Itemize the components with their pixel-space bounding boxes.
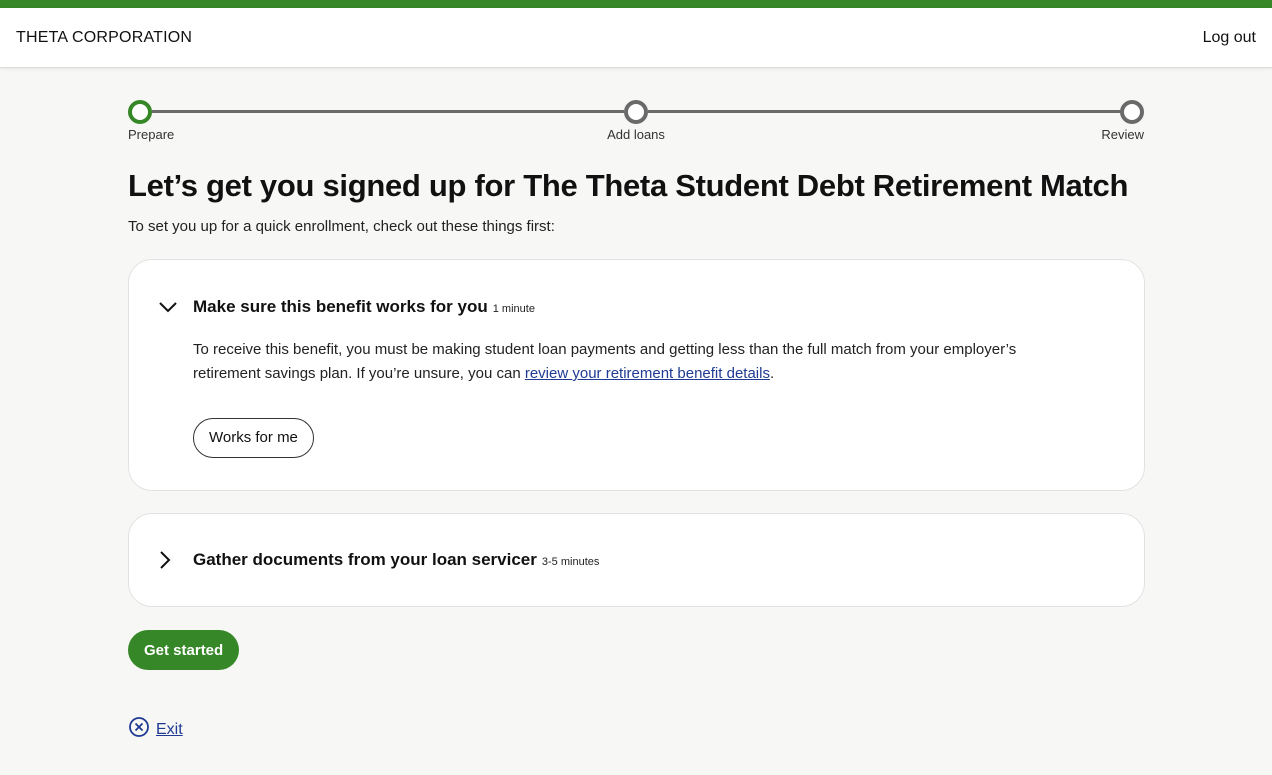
intro-text: To set you up for a quick enrollment, ch… [128, 218, 555, 235]
stepper-line-2 [648, 110, 1121, 113]
app-header: THETA CORPORATION Log out [0, 8, 1272, 68]
gather-documents-time: 3-5 minutes [541, 556, 600, 568]
get-started-button[interactable]: Get started [128, 630, 240, 670]
main-content: Prepare Add loans Review Let’s get you s… [128, 100, 1145, 670]
chevron-right-icon[interactable] [159, 548, 193, 572]
description-text-end: . [769, 365, 775, 382]
brand-color-bar [0, 0, 1272, 8]
step-dot-add-loans [624, 100, 648, 124]
gather-documents-card[interactable]: Gather documents from your loan servicer… [128, 513, 1145, 607]
chevron-down-icon[interactable] [159, 295, 193, 319]
works-for-me-button[interactable]: Works for me [193, 418, 314, 458]
gather-documents-title: Gather documents from your loan servicer [193, 550, 537, 569]
stepper-line-1 [152, 110, 624, 113]
benefit-check-time: 1 minute [492, 303, 535, 315]
step-dot-prepare [128, 100, 152, 124]
logout-link[interactable]: Log out [1203, 29, 1256, 47]
benefit-check-body: To receive this benefit, you must be mak… [129, 338, 1144, 490]
progress-stepper: Prepare Add loans Review [128, 100, 1145, 144]
step-label-prepare: Prepare [128, 127, 175, 142]
benefit-check-card: Make sure this benefit works for you 1 m… [128, 259, 1145, 491]
exit-link[interactable]: Exit [128, 716, 183, 743]
benefit-check-title: Make sure this benefit works for you [193, 297, 488, 316]
exit-label[interactable]: Exit [156, 721, 183, 739]
company-name: THETA CORPORATION [16, 28, 193, 46]
step-label-add-loans: Add loans [607, 127, 665, 142]
close-circle-icon [128, 716, 150, 743]
step-label-review: Review [1101, 127, 1144, 142]
step-dot-review [1120, 100, 1144, 124]
page-title: Let’s get you signed up for The Theta St… [128, 168, 1129, 203]
review-benefit-link[interactable]: review your retirement benefit details [525, 365, 770, 382]
benefit-check-description: To receive this benefit, you must be mak… [193, 338, 1084, 386]
